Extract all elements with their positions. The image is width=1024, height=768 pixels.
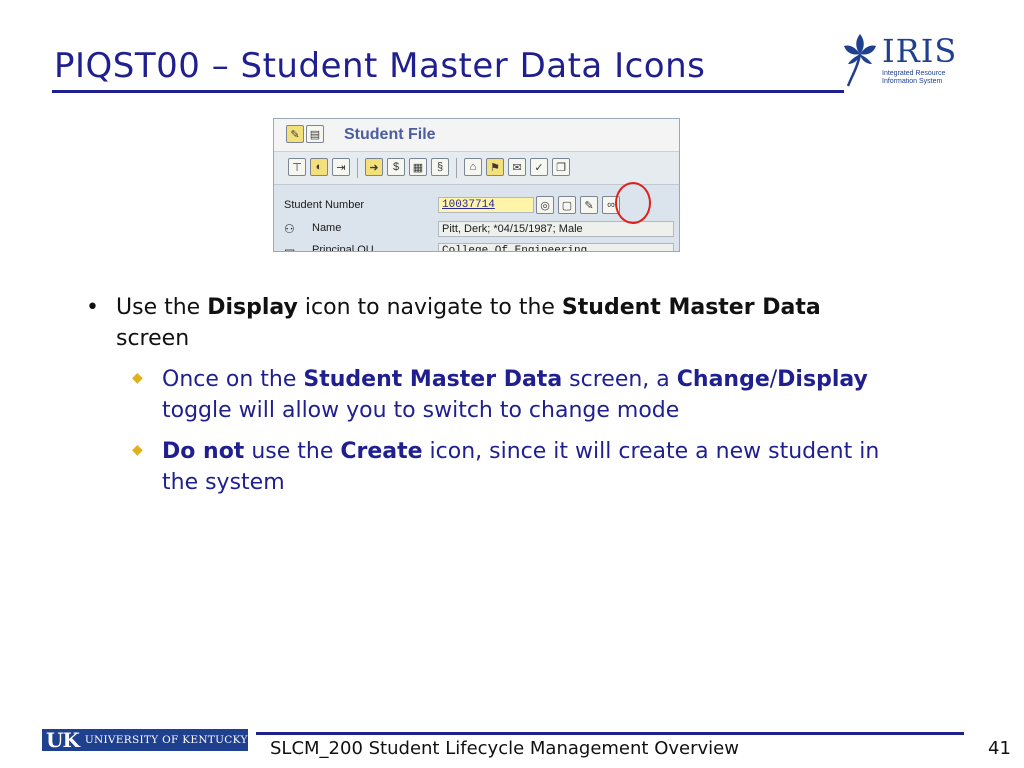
footer-course-title: SLCM_200 Student Lifecycle Management Ov… xyxy=(270,738,739,759)
bullet-2: ◆ Once on the Student Master Data screen… xyxy=(86,364,946,426)
name-value: Pitt, Derk; *04/15/1987; Male xyxy=(438,221,674,237)
slide-content: • Use the Display icon to navigate to th… xyxy=(86,292,946,498)
sap-title-bar: ✎ ▤ Student File xyxy=(274,119,679,152)
student-number-label: Student Number xyxy=(284,199,365,211)
slide-title: PIQST00 – Student Master Data Icons xyxy=(54,46,706,86)
iris-subtitle: Integrated Resource Information System xyxy=(882,70,945,86)
bullet-2-bold-change: Change xyxy=(676,367,770,392)
display-change-icon[interactable]: ✎ xyxy=(286,125,304,143)
scroll-icon[interactable]: § xyxy=(431,158,449,176)
search-icon[interactable]: ◎ xyxy=(536,196,554,214)
flag-icon[interactable]: ⚑ xyxy=(486,158,504,176)
bullet-1-text-mid: icon to navigate to the xyxy=(297,295,562,320)
sap-student-file-screenshot: ✎ ▤ Student File ⊤ ◐ ⇥ ➜ $ ▦ § ⌂ ⚑ ✉ ✓ ❐… xyxy=(273,118,680,252)
bullet-1: • Use the Display icon to navigate to th… xyxy=(86,292,946,354)
bullet-dot-icon: • xyxy=(86,295,99,320)
footer-rule xyxy=(256,732,964,735)
display-icon-highlight xyxy=(615,182,651,224)
title-underline xyxy=(52,90,844,93)
bullet-3-bold-create: Create xyxy=(340,439,423,464)
toolbar-separator xyxy=(456,158,457,178)
principal-ou-row: ▭ Principal OU College Of Engineering xyxy=(274,241,679,252)
bullet-1-bold-smd: Student Master Data xyxy=(561,295,821,320)
uk-logo: UK UNIVERSITY OF KENTUCKY xyxy=(42,728,248,752)
diamond-bullet-icon: ◆ xyxy=(132,370,143,386)
iris-wordmark: IRIS xyxy=(882,32,958,70)
sap-toolbar: ⊤ ◐ ⇥ ➜ $ ▦ § ⌂ ⚑ ✉ ✓ ❐ xyxy=(274,152,679,185)
bullet-1-text-end: screen xyxy=(116,326,190,351)
open-folder-icon[interactable]: ⌂ xyxy=(464,158,482,176)
university-name: UNIVERSITY OF KENTUCKY xyxy=(84,734,248,746)
calculator-icon[interactable]: ▦ xyxy=(409,158,427,176)
bullet-3-text-mid: use the xyxy=(244,439,341,464)
certificate-icon[interactable]: ✉ xyxy=(508,158,526,176)
name-row: ⚇ Name Pitt, Derk; *04/15/1987; Male xyxy=(274,219,679,239)
fees-icon[interactable]: $ xyxy=(387,158,405,176)
name-label: Name xyxy=(312,222,342,234)
bullet-2-bold-display: Display xyxy=(777,367,868,392)
principal-ou-label: Principal OU xyxy=(312,244,374,252)
uk-mark: UK xyxy=(46,728,80,752)
bullet-1-bold-display: Display xyxy=(207,295,298,320)
assign-icon[interactable]: ⇥ xyxy=(332,158,350,176)
document-icon[interactable]: ▤ xyxy=(306,125,324,143)
copy-icon[interactable]: ❐ xyxy=(552,158,570,176)
student-number-input[interactable]: 10037714 xyxy=(438,197,534,213)
bullet-1-text: Use the xyxy=(116,295,208,320)
bullet-2-text: Once on the xyxy=(162,367,304,392)
bullet-2-text-mid: screen, a xyxy=(562,367,677,392)
bullet-3: ◆ Do not use the Create icon, since it w… xyxy=(86,436,946,498)
iris-subtitle-line1: Integrated Resource xyxy=(882,70,946,77)
bullet-2-text-end: toggle will allow you to switch to chang… xyxy=(162,398,680,423)
tag-icon[interactable]: ✓ xyxy=(530,158,548,176)
org-unit-icon: ▭ xyxy=(284,244,296,252)
sap-window-title: Student File xyxy=(344,126,436,143)
bullet-3-bold-donot: Do not xyxy=(162,439,245,464)
diamond-bullet-icon: ◆ xyxy=(132,442,143,458)
iris-subtitle-line2: Information System xyxy=(882,78,943,85)
iris-logo: IRIS Integrated Resource Information Sys… xyxy=(840,30,960,96)
folder-info-icon[interactable]: ◐ xyxy=(310,158,328,176)
forward-icon[interactable]: ➜ xyxy=(365,158,383,176)
change-icon[interactable]: ✎ xyxy=(580,196,598,214)
people-icon: ⚇ xyxy=(284,222,295,236)
page-number: 41 xyxy=(988,738,1011,759)
principal-ou-value: College Of Engineering xyxy=(438,243,674,251)
create-icon[interactable]: ▢ xyxy=(558,196,576,214)
bullet-2-bold-smd: Student Master Data xyxy=(303,367,563,392)
toolbar-separator xyxy=(357,158,358,178)
iris-flower-icon xyxy=(844,34,876,87)
structure-icon[interactable]: ⊤ xyxy=(288,158,306,176)
